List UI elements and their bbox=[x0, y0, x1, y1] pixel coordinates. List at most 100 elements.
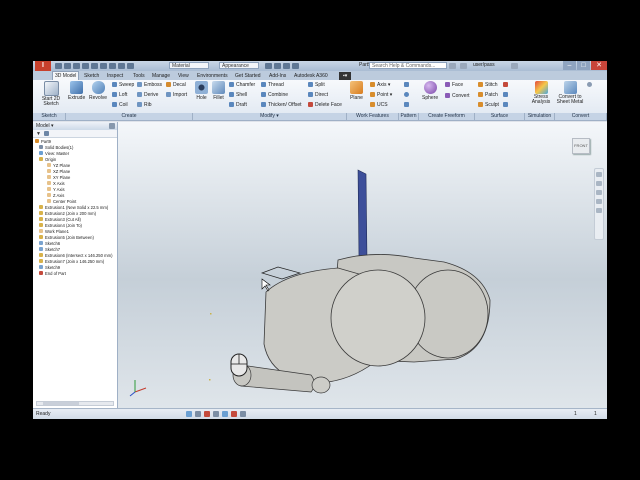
look-at-icon[interactable] bbox=[596, 208, 602, 213]
ribbon-extra-button[interactable] bbox=[587, 81, 594, 88]
save-icon[interactable] bbox=[73, 63, 80, 69]
chamfer-button[interactable]: Chamfer bbox=[229, 81, 255, 88]
coil-button[interactable]: Coil bbox=[112, 101, 128, 108]
sphere-button[interactable]: Sphere bbox=[422, 81, 438, 101]
derive-button[interactable]: Derive bbox=[137, 91, 158, 98]
replace-face-icon[interactable] bbox=[503, 102, 508, 107]
browser-title[interactable]: Model ▾ bbox=[36, 123, 54, 129]
tab-add-ins[interactable]: Add-Ins bbox=[267, 72, 288, 80]
search-help-input[interactable]: Search Help & Commands... bbox=[369, 62, 447, 69]
help-icon[interactable] bbox=[511, 63, 518, 69]
rib-button[interactable]: Rib bbox=[137, 101, 152, 108]
tab-3d-model[interactable]: 3D Model bbox=[52, 71, 80, 80]
customize-icon[interactable] bbox=[292, 63, 299, 69]
thicken-offset-button[interactable]: Thicken/ Offset bbox=[261, 101, 302, 108]
extend-icon[interactable] bbox=[503, 92, 508, 97]
redo-icon[interactable] bbox=[91, 63, 98, 69]
axis-button[interactable]: Axis ▾ bbox=[370, 81, 390, 88]
trim-icon[interactable] bbox=[503, 82, 508, 87]
delete-face-button[interactable]: Delete Face bbox=[308, 101, 342, 108]
revolve-button[interactable]: Revolve bbox=[89, 81, 107, 101]
mirror-button[interactable] bbox=[404, 101, 411, 108]
user-icon[interactable] bbox=[460, 63, 467, 69]
split-button[interactable]: Split bbox=[308, 81, 325, 88]
work-plane[interactable] bbox=[357, 169, 368, 261]
signed-in-user[interactable]: user/pass bbox=[473, 62, 495, 68]
pan-icon[interactable] bbox=[596, 181, 602, 186]
tree-item-end-of-part[interactable]: End of Part bbox=[39, 270, 66, 276]
tab-sketch[interactable]: Sketch bbox=[82, 72, 101, 80]
zoom-icon[interactable] bbox=[596, 190, 602, 195]
find-icon[interactable] bbox=[44, 131, 49, 136]
convert-button[interactable]: Convert bbox=[445, 92, 470, 99]
tab-get-started[interactable]: Get Started bbox=[233, 72, 263, 80]
rectangular-pattern-button[interactable] bbox=[404, 81, 411, 88]
tab-tools[interactable]: Tools bbox=[131, 72, 147, 80]
draft-button[interactable]: Draft bbox=[229, 101, 247, 108]
minimize-button[interactable]: – bbox=[563, 61, 576, 70]
ucs-button[interactable]: UCS bbox=[370, 101, 388, 108]
browser-header[interactable]: Model ▾ bbox=[33, 122, 117, 130]
loft-button[interactable]: Loft bbox=[112, 91, 127, 98]
circular-pattern-button[interactable] bbox=[404, 91, 411, 98]
patch-button[interactable]: Patch bbox=[478, 91, 498, 98]
steering-wheel-icon[interactable] bbox=[596, 172, 602, 177]
import-button[interactable]: Import bbox=[166, 91, 187, 98]
tab-manage[interactable]: Manage bbox=[150, 72, 172, 80]
sculpt-button[interactable]: Sculpt bbox=[478, 101, 499, 108]
tab-view[interactable]: View bbox=[176, 72, 191, 80]
tab-environments[interactable]: Environments bbox=[195, 72, 230, 80]
tab-autodesk-a360[interactable]: Autodesk A360 bbox=[292, 72, 330, 80]
undo-icon[interactable] bbox=[82, 63, 89, 69]
orbit-icon[interactable] bbox=[596, 199, 602, 204]
face-button[interactable]: Face bbox=[445, 81, 463, 88]
return-icon[interactable] bbox=[109, 63, 116, 69]
model-body[interactable] bbox=[232, 254, 491, 394]
material-dropdown[interactable]: Material bbox=[169, 62, 209, 69]
stitch-button[interactable]: Stitch bbox=[478, 81, 498, 88]
close-button[interactable]: ✕ bbox=[591, 61, 607, 70]
browser-close-icon[interactable] bbox=[109, 123, 115, 129]
open-icon[interactable] bbox=[64, 63, 71, 69]
display-settings-icon[interactable] bbox=[186, 411, 192, 417]
extrude-button[interactable]: Extrude bbox=[68, 81, 85, 101]
start-2d-sketch-button[interactable]: Start 2D Sketch bbox=[39, 81, 63, 107]
panel-create[interactable]: Create bbox=[66, 113, 193, 120]
emboss-button[interactable]: Emboss bbox=[137, 81, 162, 88]
fillet-button[interactable]: Fillet bbox=[212, 81, 225, 101]
application-menu-button[interactable]: I bbox=[35, 61, 51, 71]
ribbon-options-icon[interactable]: ▪▾ bbox=[339, 72, 352, 80]
combine-button[interactable]: Combine bbox=[261, 91, 288, 98]
filter-icon[interactable]: ▼ bbox=[36, 131, 41, 137]
appearance-dropdown[interactable]: Appearance bbox=[219, 62, 259, 69]
scrollbar-thumb[interactable] bbox=[43, 402, 79, 405]
thread-button[interactable]: Thread bbox=[261, 81, 284, 88]
fx-icon[interactable] bbox=[283, 63, 290, 69]
home-icon[interactable] bbox=[100, 63, 107, 69]
shadows-icon[interactable] bbox=[213, 411, 219, 417]
direct-button[interactable]: Direct bbox=[308, 91, 328, 98]
lighting-icon[interactable] bbox=[240, 411, 246, 417]
reflections-icon[interactable] bbox=[222, 411, 228, 417]
convert-to-sheet-metal-button[interactable]: Convert to Sheet Metal bbox=[556, 81, 584, 105]
plane-button[interactable]: Plane bbox=[350, 81, 363, 101]
measure-icon[interactable] bbox=[274, 63, 281, 69]
update-icon[interactable] bbox=[118, 63, 125, 69]
hole-button[interactable]: Hole bbox=[195, 81, 208, 101]
tab-inspect[interactable]: Inspect bbox=[105, 72, 125, 80]
sweep-button[interactable]: Sweep bbox=[112, 81, 134, 88]
stress-analysis-button[interactable]: Stress Analysis bbox=[528, 81, 554, 105]
graphics-window[interactable]: FRONT bbox=[118, 122, 607, 408]
point-button[interactable]: Point ▾ bbox=[370, 91, 392, 98]
new-icon[interactable] bbox=[55, 63, 62, 69]
maximize-button[interactable]: □ bbox=[577, 61, 590, 70]
grid-icon[interactable] bbox=[195, 411, 201, 417]
viewcube[interactable]: FRONT bbox=[572, 138, 590, 154]
search-icon[interactable] bbox=[449, 63, 456, 69]
ray-tracing-icon[interactable] bbox=[231, 411, 237, 417]
visual-style-icon[interactable] bbox=[204, 411, 210, 417]
select-icon[interactable] bbox=[127, 63, 134, 69]
decal-button[interactable]: Decal bbox=[166, 81, 186, 88]
properties-icon[interactable] bbox=[265, 63, 272, 69]
browser-horizontal-scrollbar[interactable] bbox=[36, 401, 114, 406]
